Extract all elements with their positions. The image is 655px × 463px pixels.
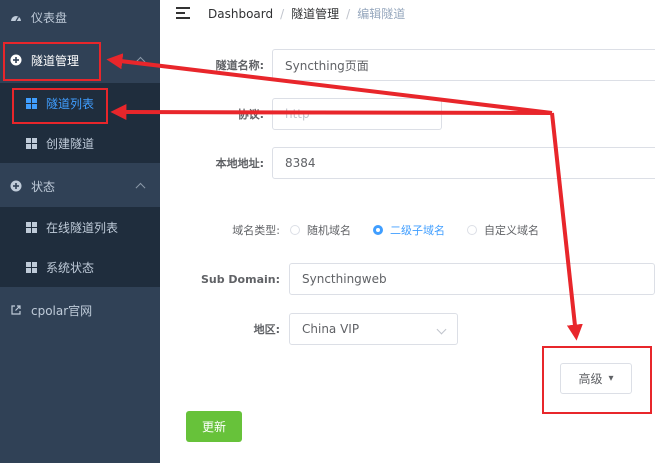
arrow-to-tunnel-management: [106, 53, 553, 115]
annotation-arrows: [106, 53, 583, 341]
arrow-to-advanced: [550, 112, 583, 341]
arrow-to-tunnel-list: [110, 104, 553, 121]
